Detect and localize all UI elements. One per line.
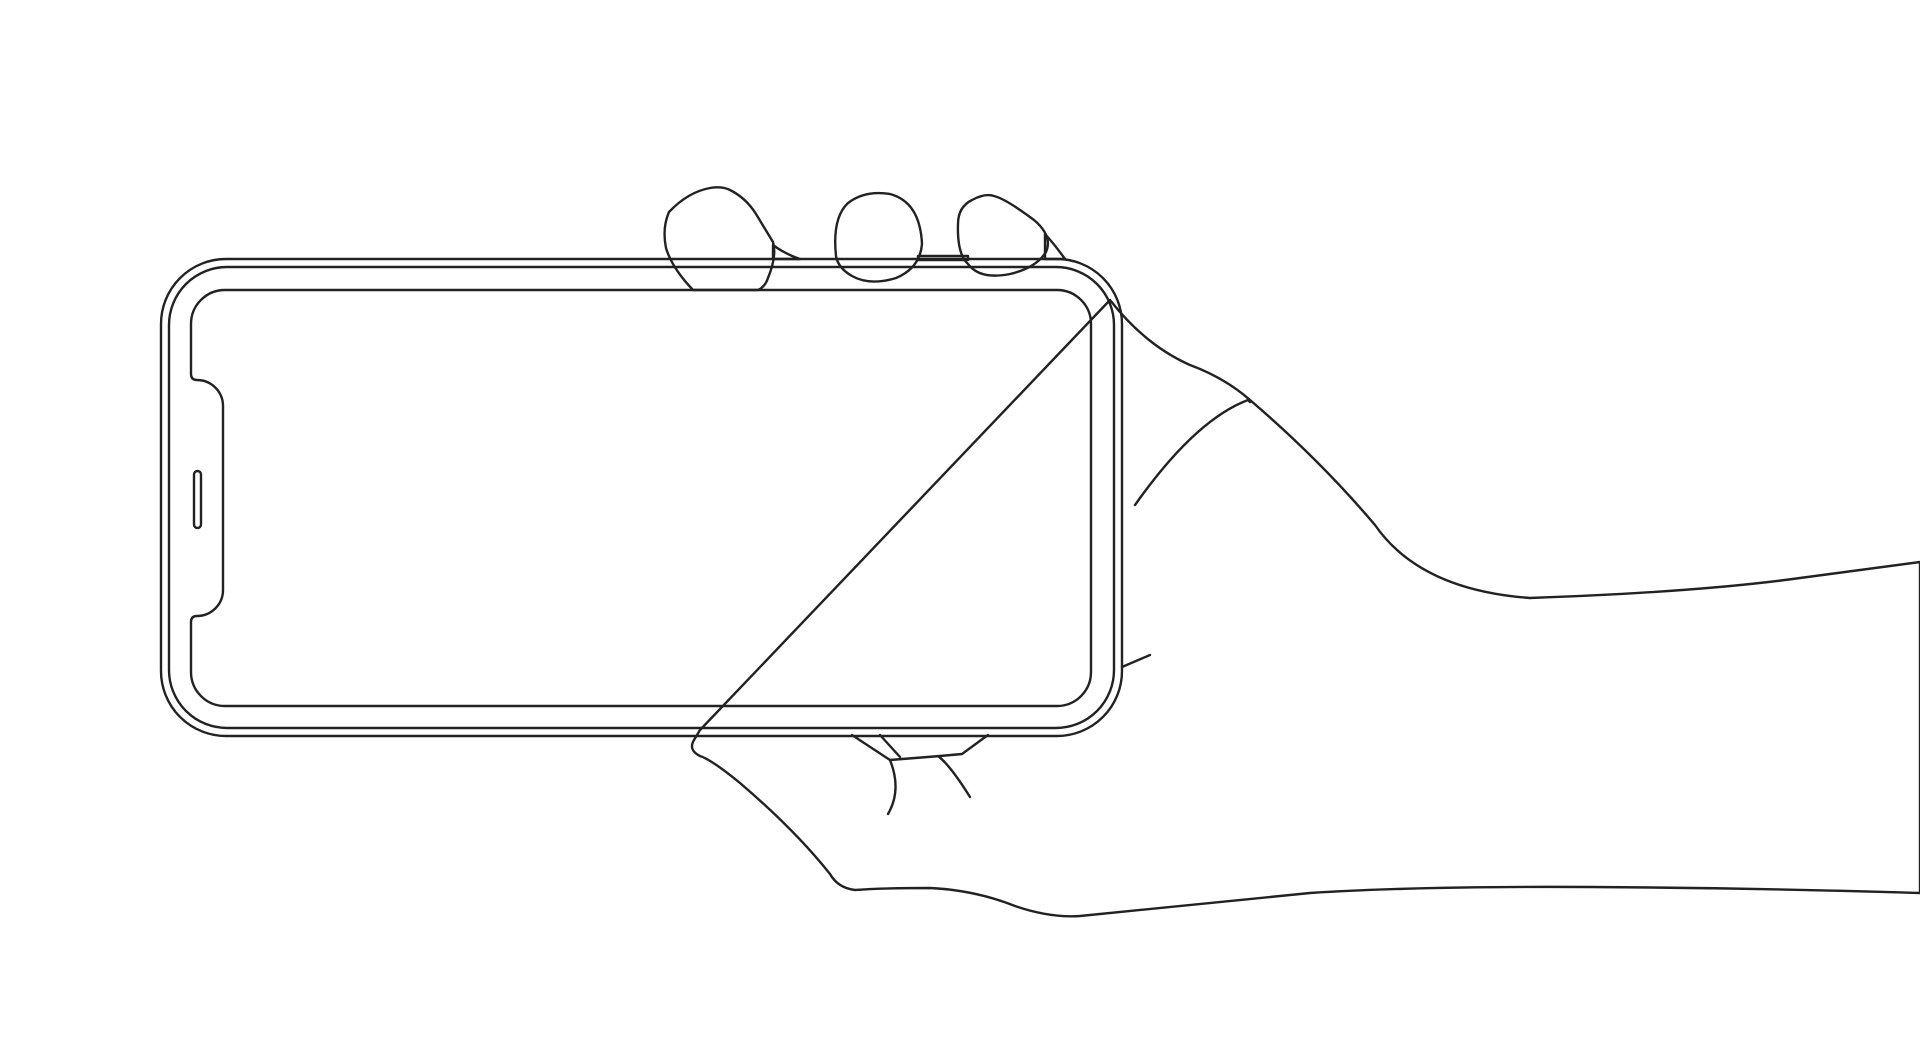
- thumb-edge-line: [1120, 653, 1152, 669]
- index-finger: [663, 186, 776, 292]
- wrist-line: [1246, 398, 1252, 404]
- thumb-crease: [1133, 398, 1250, 507]
- middle-finger: [834, 191, 924, 283]
- illustration-canvas: [159, 186, 1920, 918]
- phone-inner-frame: [167, 265, 1116, 730]
- finger-web-1: [771, 243, 802, 261]
- knuckle-crease-2: [936, 754, 972, 799]
- lower-finger-line-2: [878, 733, 902, 759]
- phone-outer-frame: [159, 257, 1124, 738]
- knuckle-crease-1: [886, 758, 897, 816]
- lower-finger-lines: [850, 733, 990, 762]
- ring-finger: [956, 193, 1050, 277]
- hand-icon: [690, 298, 1920, 918]
- phone-screen: [189, 288, 1093, 708]
- phone-device: [159, 257, 1124, 738]
- palm-and-forearm: [690, 298, 1920, 918]
- speaker-slot-icon: [192, 469, 203, 530]
- top-fingers: [663, 186, 1067, 292]
